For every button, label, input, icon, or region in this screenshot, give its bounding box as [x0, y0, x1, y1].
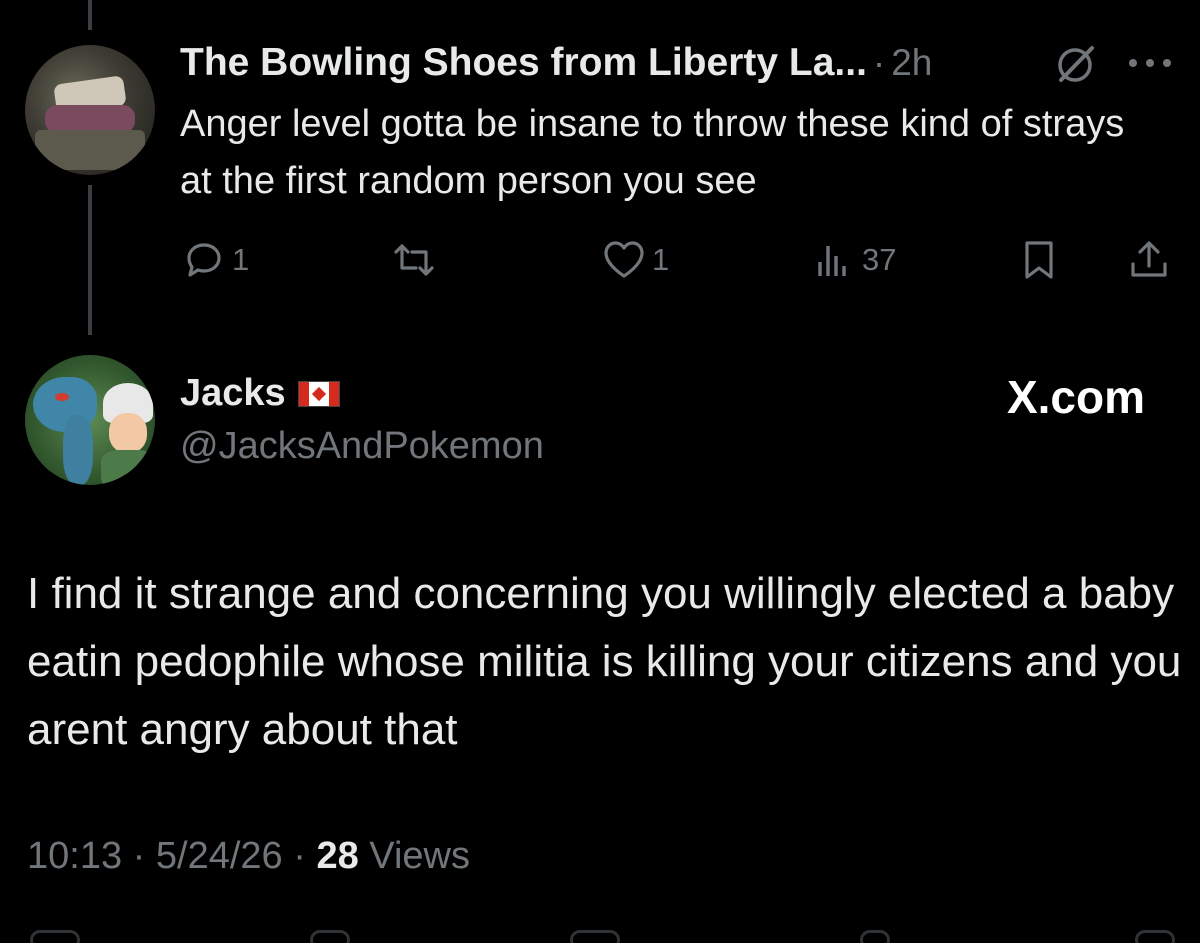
view-count: 37 [862, 242, 897, 277]
views-button[interactable]: 37 [810, 232, 896, 288]
bookmark-icon [1025, 241, 1053, 279]
post-time[interactable]: 10:13 [27, 835, 122, 877]
reply-count: 1 [232, 242, 250, 277]
tweet-text: I find it strange and concerning you wil… [27, 569, 1182, 754]
bottom-action-hint [570, 930, 620, 943]
avatar[interactable] [25, 355, 155, 485]
repost-button[interactable] [390, 232, 442, 288]
reply-action-bar: 1 1 37 [180, 232, 1180, 288]
bottom-action-hint [30, 930, 80, 943]
separator-dot: · [293, 835, 306, 877]
share-icon [1131, 241, 1167, 277]
thread-line [88, 185, 92, 335]
author-name[interactable]: Jacks [180, 372, 286, 415]
separator-dot: · [872, 42, 886, 83]
tweet-page: The Bowling Shoes from Liberty La... · 2… [0, 0, 1200, 943]
bottom-action-hint [310, 930, 350, 943]
reply-icon [187, 243, 221, 277]
tweet-meta: 10:13 · 5/24/26 · 28 Views [27, 835, 470, 878]
author-row: Jacks [180, 372, 340, 415]
author-name[interactable]: The Bowling Shoes from Liberty La... [180, 41, 867, 85]
views-count: 28 [316, 835, 359, 877]
avatar[interactable] [25, 45, 155, 175]
like-count: 1 [652, 242, 670, 277]
reply-button[interactable]: 1 [180, 232, 249, 288]
bookmark-button[interactable] [1015, 232, 1063, 288]
separator-dot: · [132, 835, 146, 877]
thread-line [88, 0, 92, 30]
views-icon [818, 246, 846, 276]
grok-icon[interactable] [1052, 42, 1098, 88]
canada-flag-icon [297, 380, 340, 407]
bottom-action-hint [860, 930, 890, 943]
post-time[interactable]: 2h [891, 42, 932, 84]
like-button[interactable]: 1 [600, 232, 669, 288]
reply-header: The Bowling Shoes from Liberty La... · 2… [180, 38, 932, 88]
post-date[interactable]: 5/24/26 [156, 835, 283, 877]
share-button[interactable] [1125, 232, 1173, 288]
reply-text: Anger level gotta be insane to throw the… [180, 103, 1125, 202]
bottom-action-hint [1135, 930, 1175, 943]
more-icon[interactable] [1125, 48, 1175, 78]
author-handle[interactable]: @JacksAndPokemon [180, 425, 544, 468]
like-icon [604, 241, 644, 278]
x-com-watermark: X.com [1006, 371, 1145, 423]
views-label: Views [369, 835, 470, 877]
repost-icon [394, 244, 434, 276]
